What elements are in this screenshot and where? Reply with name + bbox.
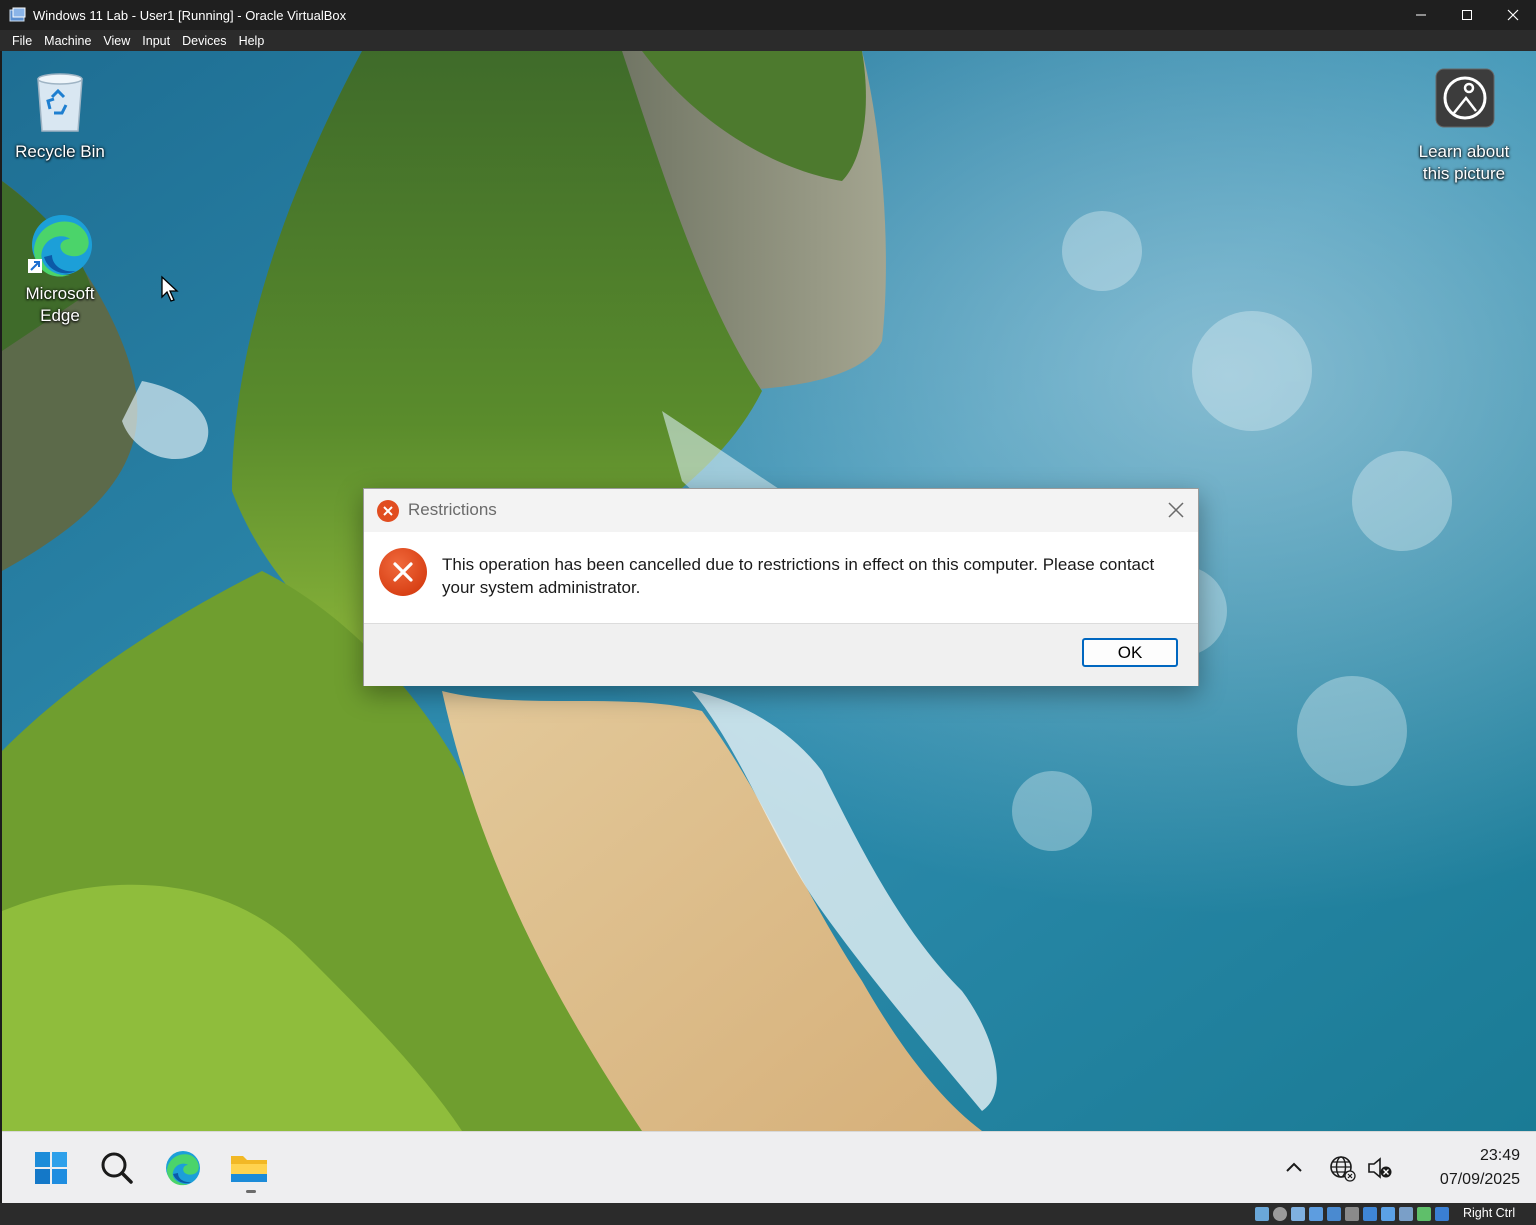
cpu-icon[interactable] bbox=[1399, 1207, 1413, 1221]
menu-view[interactable]: View bbox=[97, 34, 136, 48]
close-icon bbox=[1507, 9, 1519, 21]
vbox-titlebar: Windows 11 Lab - User1 [Running] - Oracl… bbox=[0, 0, 1536, 30]
minimize-button[interactable] bbox=[1398, 0, 1444, 30]
show-hidden-icons-button[interactable] bbox=[1280, 1154, 1308, 1182]
chevron-up-icon bbox=[1286, 1162, 1302, 1172]
running-indicator bbox=[246, 1190, 256, 1193]
close-window-button[interactable] bbox=[1490, 0, 1536, 30]
speaker-muted-icon bbox=[1368, 1157, 1392, 1179]
taskbar-clock[interactable]: 23:49 07/09/2025 bbox=[1400, 1144, 1520, 1192]
menu-input[interactable]: Input bbox=[136, 34, 176, 48]
taskbar: 23:49 07/09/2025 bbox=[2, 1131, 1536, 1203]
close-icon bbox=[1168, 502, 1184, 518]
desktop-icon-label: Microsoft Edge bbox=[25, 284, 95, 325]
audio-icon[interactable] bbox=[1291, 1207, 1305, 1221]
desktop-icon-recycle-bin[interactable]: Recycle Bin bbox=[12, 65, 108, 163]
desktop-icon-learn-about-this-picture[interactable]: Learn about this picture bbox=[1416, 65, 1512, 185]
minimize-icon bbox=[1416, 14, 1426, 16]
display-icon[interactable] bbox=[1363, 1207, 1377, 1221]
desktop-icon-label: Recycle Bin bbox=[15, 142, 105, 161]
recording-icon[interactable] bbox=[1381, 1207, 1395, 1221]
edge-icon bbox=[22, 207, 98, 283]
recycle-bin-icon bbox=[22, 65, 98, 141]
menu-machine[interactable]: Machine bbox=[38, 34, 97, 48]
search-button[interactable] bbox=[93, 1144, 141, 1192]
taskbar-file-explorer-button[interactable] bbox=[225, 1144, 273, 1192]
search-icon bbox=[101, 1152, 133, 1184]
window-title: Windows 11 Lab - User1 [Running] - Oracl… bbox=[33, 7, 347, 23]
vbox-status-icons bbox=[1255, 1207, 1449, 1221]
start-button[interactable] bbox=[27, 1144, 75, 1192]
file-explorer-icon bbox=[231, 1156, 267, 1182]
menu-devices[interactable]: Devices bbox=[176, 34, 232, 48]
guest-screen[interactable]: Recycle Bin Microsoft Edge Learn about t… bbox=[2, 51, 1536, 1203]
keyboard-icon[interactable] bbox=[1435, 1207, 1449, 1221]
start-icon bbox=[35, 1152, 67, 1184]
restrictions-dialog: Restrictions This operation has been can… bbox=[363, 488, 1199, 686]
clock-time: 23:49 bbox=[1479, 1147, 1520, 1164]
maximize-icon bbox=[1462, 10, 1472, 20]
optical-drive-icon[interactable] bbox=[1273, 1207, 1287, 1221]
network-globe-icon bbox=[1330, 1156, 1356, 1182]
error-icon bbox=[376, 499, 400, 523]
network-button[interactable] bbox=[1328, 1154, 1356, 1182]
vbox-menubar: File Machine View Input Devices Help bbox=[0, 30, 1536, 51]
dialog-close-button[interactable] bbox=[1164, 498, 1188, 522]
volume-button[interactable] bbox=[1366, 1154, 1394, 1182]
ok-button[interactable]: OK bbox=[1082, 638, 1178, 667]
virtualbox-icon bbox=[9, 7, 27, 23]
menu-help[interactable]: Help bbox=[233, 34, 271, 48]
usb-icon[interactable] bbox=[1327, 1207, 1341, 1221]
clock-date: 07/09/2025 bbox=[1439, 1171, 1520, 1188]
network-icon[interactable] bbox=[1309, 1207, 1323, 1221]
edge-icon bbox=[166, 1151, 200, 1186]
mouse-integration-icon[interactable] bbox=[1417, 1207, 1431, 1221]
vbox-statusbar: Right Ctrl bbox=[0, 1203, 1536, 1225]
hard-disk-icon[interactable] bbox=[1255, 1207, 1269, 1221]
menu-file[interactable]: File bbox=[6, 34, 38, 48]
desktop-icon-microsoft-edge[interactable]: Microsoft Edge bbox=[12, 207, 108, 327]
dialog-body: This operation has been cancelled due to… bbox=[364, 532, 1198, 623]
error-icon bbox=[378, 547, 428, 597]
learn-about-picture-icon bbox=[1426, 65, 1502, 141]
host-key-label: Right Ctrl bbox=[1463, 1206, 1516, 1220]
dialog-message: This operation has been cancelled due to… bbox=[442, 555, 1155, 597]
mouse-cursor-icon bbox=[161, 275, 179, 302]
dialog-title: Restrictions bbox=[408, 500, 497, 519]
shared-folders-icon[interactable] bbox=[1345, 1207, 1359, 1221]
maximize-button[interactable] bbox=[1444, 0, 1490, 30]
dialog-footer: OK bbox=[364, 623, 1198, 686]
dialog-titlebar: Restrictions bbox=[364, 489, 1198, 532]
taskbar-edge-button[interactable] bbox=[159, 1144, 207, 1192]
desktop-icon-label: Learn about this picture bbox=[1418, 142, 1510, 183]
